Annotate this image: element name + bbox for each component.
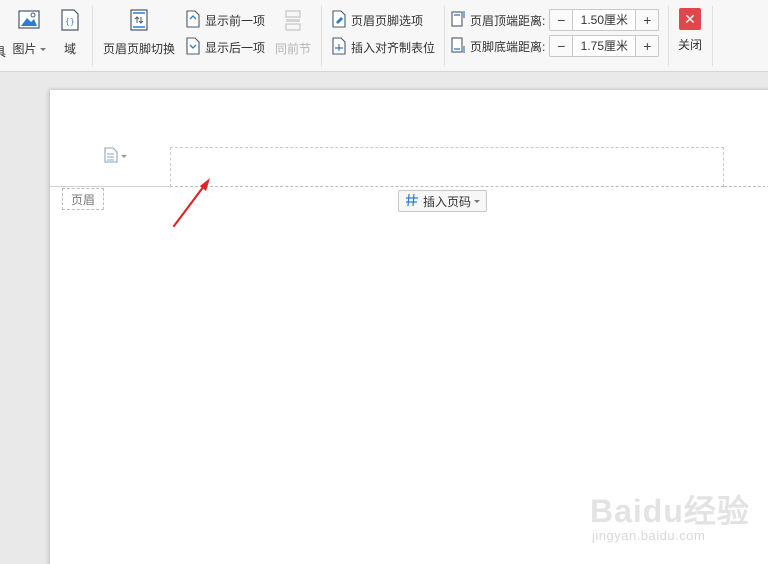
watermark-brand: Baidu经验 [590,493,750,529]
baidu-watermark: Baidu经验 jingyan.baidu.com [590,480,760,550]
watermark-url: jingyan.baidu.com [592,528,706,543]
